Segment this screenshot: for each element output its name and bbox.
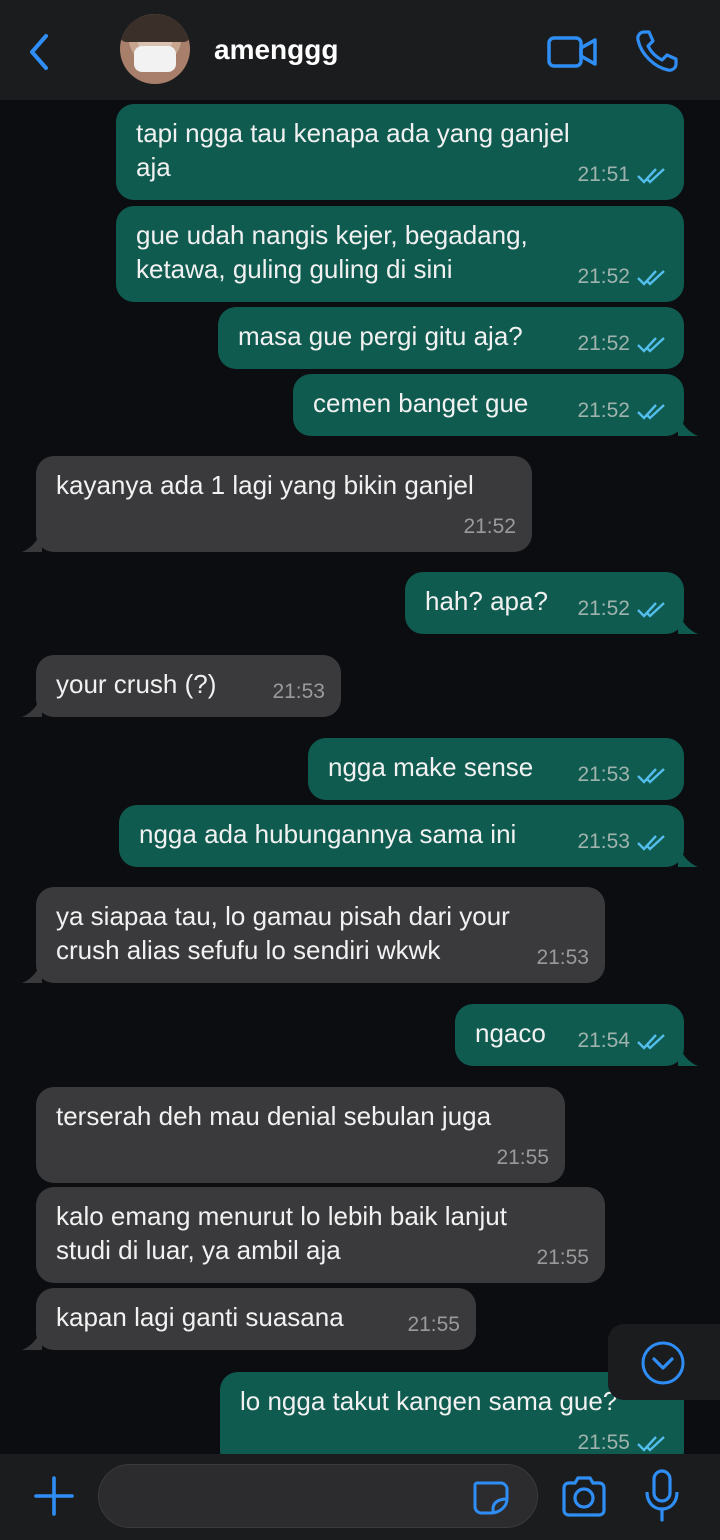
double-check-icon (637, 602, 665, 618)
message-outgoing[interactable]: hah? apa? 21:52 (405, 572, 698, 634)
message-incoming[interactable]: kayanya ada 1 lagi yang bikin ganjel 21:… (22, 456, 532, 552)
message-time: 21:52 (577, 399, 630, 422)
message-time: 21:53 (577, 830, 630, 853)
double-check-icon (637, 168, 665, 184)
double-check-icon (637, 404, 665, 420)
composer-bar (0, 1454, 720, 1540)
message-incoming[interactable]: your crush (?) 21:53 (22, 655, 341, 717)
bubble-tail (22, 1328, 42, 1350)
message-time: 21:52 (577, 597, 630, 620)
sticker-icon[interactable] (471, 1479, 511, 1515)
message-outgoing[interactable]: ngga ada hubungannya sama ini 21:53 (119, 805, 698, 867)
scroll-to-bottom-button[interactable] (608, 1324, 720, 1400)
message-time: 21:52 (577, 332, 630, 355)
message-text: ya siapaa tau, lo gamau pisah dari your … (56, 901, 510, 965)
bubble-tail (22, 695, 42, 717)
message-time: 21:53 (577, 763, 630, 786)
message-time: 21:55 (496, 1146, 549, 1169)
contact-name[interactable]: amenggg (214, 34, 338, 66)
message-incoming[interactable]: terserah deh mau denial sebulan juga 21:… (36, 1087, 565, 1183)
message-incoming[interactable]: kapan lagi ganti suasana 21:55 (22, 1288, 476, 1350)
avatar[interactable] (120, 14, 190, 84)
message-text: terserah deh mau denial sebulan juga (56, 1101, 492, 1131)
message-text: kapan lagi ganti suasana (56, 1302, 344, 1332)
plus-icon[interactable] (32, 1474, 76, 1518)
message-outgoing[interactable]: gue udah nangis kejer, begadang, ketawa,… (116, 206, 684, 302)
message-time: 21:53 (536, 946, 589, 969)
message-text: kalo emang menurut lo lebih baik lanjut … (56, 1201, 507, 1265)
camera-icon[interactable] (560, 1474, 608, 1518)
message-input-wrapper[interactable] (98, 1464, 538, 1528)
chevron-left-icon[interactable] (24, 32, 54, 72)
phone-icon[interactable] (634, 28, 680, 74)
bubble-tail (22, 530, 42, 552)
message-outgoing[interactable]: masa gue pergi gitu aja? 21:52 (218, 307, 684, 369)
bubble-tail (678, 845, 698, 867)
bubble-tail (678, 612, 698, 634)
microphone-icon[interactable] (644, 1468, 680, 1524)
chat-header: amenggg (0, 0, 720, 100)
video-camera-icon[interactable] (546, 32, 598, 72)
message-time: 21:52 (463, 515, 516, 538)
chevron-down-circle-icon (641, 1341, 685, 1385)
message-outgoing[interactable]: ngaco 21:54 (455, 1004, 698, 1066)
bubble-tail (22, 961, 42, 983)
message-text: kayanya ada 1 lagi yang bikin ganjel (56, 470, 474, 500)
message-outgoing[interactable]: cemen banget gue 21:52 (293, 374, 698, 436)
double-check-icon (637, 337, 665, 353)
message-outgoing[interactable]: ngga make sense 21:53 (308, 738, 684, 800)
message-incoming[interactable]: kalo emang menurut lo lebih baik lanjut … (36, 1187, 605, 1283)
message-time: 21:51 (577, 163, 630, 186)
message-time: 21:53 (272, 680, 325, 703)
double-check-icon (637, 835, 665, 851)
message-list[interactable]: tapi ngga tau kenapa ada yang ganjel aja… (0, 100, 720, 1454)
double-check-icon (637, 1034, 665, 1050)
message-text: lo ngga takut kangen sama gue? (240, 1386, 618, 1416)
message-time: 21:54 (577, 1029, 630, 1052)
double-check-icon (637, 270, 665, 286)
message-outgoing[interactable]: tapi ngga tau kenapa ada yang ganjel aja… (116, 104, 684, 200)
bubble-tail (678, 414, 698, 436)
double-check-icon (637, 1436, 665, 1452)
message-input[interactable] (119, 1477, 459, 1517)
message-time: 21:55 (536, 1246, 589, 1269)
double-check-icon (637, 768, 665, 784)
message-time: 21:52 (577, 265, 630, 288)
bubble-tail (678, 1044, 698, 1066)
message-time: 21:55 (577, 1431, 630, 1454)
message-incoming[interactable]: ya siapaa tau, lo gamau pisah dari your … (22, 887, 605, 983)
message-time: 21:55 (407, 1313, 460, 1336)
